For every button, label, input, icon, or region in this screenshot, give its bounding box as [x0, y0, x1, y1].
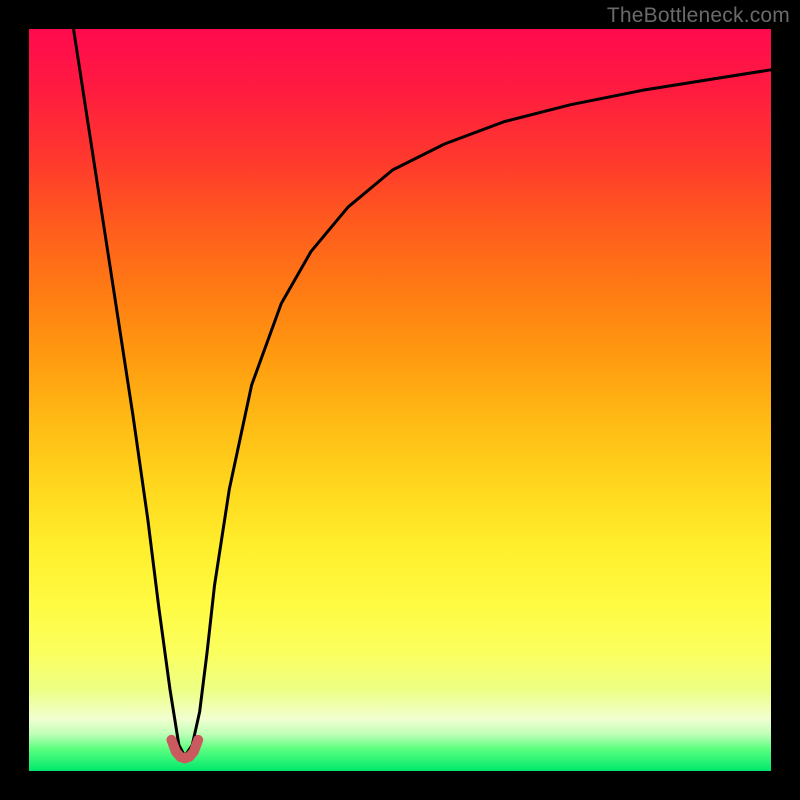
optimal-point-marker	[171, 740, 198, 759]
curve-layer	[29, 29, 771, 771]
chart-frame: TheBottleneck.com	[0, 0, 800, 800]
watermark-text: TheBottleneck.com	[607, 4, 790, 28]
plot-area	[29, 29, 771, 771]
bottleneck-curve	[74, 29, 771, 756]
